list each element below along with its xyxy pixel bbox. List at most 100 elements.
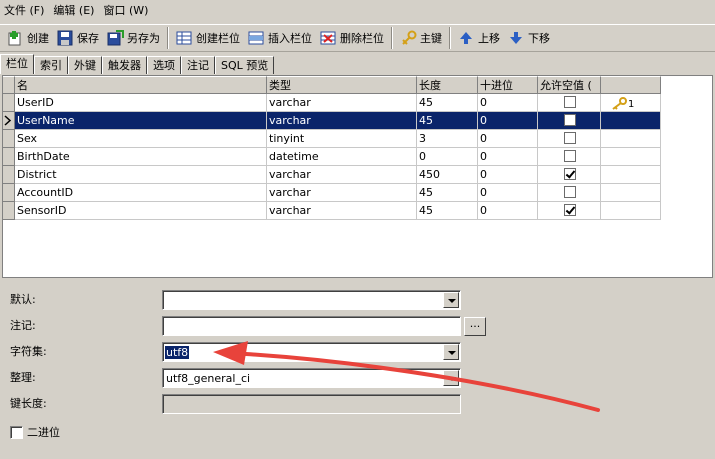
field-type-cell[interactable]: varchar — [267, 94, 417, 112]
comment-ellipsis-button[interactable]: ... — [464, 317, 486, 336]
save-button[interactable]: 保存 — [53, 26, 103, 50]
row-indicator[interactable] — [3, 94, 15, 112]
field-name-cell[interactable]: BirthDate — [15, 148, 267, 166]
field-decimal-cell[interactable]: 0 — [478, 94, 538, 112]
field-length-cell[interactable]: 45 — [417, 184, 478, 202]
field-length-cell[interactable]: 45 — [417, 202, 478, 220]
primary-key-button[interactable]: 主键 — [396, 26, 446, 50]
field-key-cell[interactable] — [601, 166, 661, 184]
tab-foreign-keys[interactable]: 外键 — [68, 56, 102, 74]
field-nullable-cell[interactable] — [538, 202, 601, 220]
column-header-nullable[interactable]: 允许空值 ( — [538, 76, 601, 94]
column-header-name[interactable]: 名 — [15, 76, 267, 94]
field-key-cell[interactable] — [601, 112, 661, 130]
field-nullable-cell[interactable] — [538, 94, 601, 112]
field-nullable-cell[interactable] — [538, 148, 601, 166]
field-key-cell[interactable] — [601, 202, 661, 220]
field-length-cell[interactable]: 45 — [417, 112, 478, 130]
field-decimal-cell[interactable]: 0 — [478, 112, 538, 130]
tab-indexes[interactable]: 索引 — [34, 56, 68, 74]
nullable-checkbox[interactable] — [564, 132, 576, 144]
move-up-button[interactable]: 上移 — [454, 26, 504, 50]
tab-sql-preview[interactable]: SQL 预览 — [215, 56, 275, 74]
field-key-cell[interactable] — [601, 148, 661, 166]
save-as-button[interactable]: 另存为 — [103, 26, 164, 50]
binary-checkbox-box[interactable] — [10, 425, 23, 439]
tab-fields[interactable]: 栏位 — [0, 54, 34, 74]
chevron-down-icon[interactable] — [443, 292, 459, 308]
collation-select[interactable]: utf8_general_ci — [162, 368, 461, 388]
create-field-button[interactable]: 创建栏位 — [172, 26, 244, 50]
table-row[interactable]: District varchar 450 0 — [3, 166, 661, 184]
field-key-cell[interactable]: 1 — [601, 94, 661, 112]
row-indicator[interactable] — [3, 166, 15, 184]
field-type-cell[interactable]: varchar — [267, 184, 417, 202]
field-nullable-cell[interactable] — [538, 130, 601, 148]
field-nullable-cell[interactable] — [538, 184, 601, 202]
table-row[interactable]: UserName varchar 45 0 — [3, 112, 661, 130]
row-indicator[interactable] — [3, 130, 15, 148]
field-key-cell[interactable] — [601, 184, 661, 202]
menu-file[interactable]: 文件 (F) — [0, 1, 49, 21]
table-row[interactable]: SensorID varchar 45 0 — [3, 202, 661, 220]
nullable-checkbox[interactable] — [564, 204, 576, 216]
row-indicator[interactable] — [3, 184, 15, 202]
menu-window[interactable]: 窗口 (W) — [99, 1, 153, 21]
field-length-cell[interactable]: 3 — [417, 130, 478, 148]
nullable-checkbox[interactable] — [564, 96, 576, 108]
tab-comment[interactable]: 注记 — [181, 56, 215, 74]
move-down-button[interactable]: 下移 — [504, 26, 554, 50]
field-type-cell[interactable]: varchar — [267, 112, 417, 130]
comment-input[interactable] — [162, 316, 461, 336]
field-decimal-cell[interactable]: 0 — [478, 130, 538, 148]
nullable-checkbox[interactable] — [564, 186, 576, 198]
charset-select[interactable]: utf8 — [162, 342, 461, 362]
row-indicator[interactable] — [3, 202, 15, 220]
table-row[interactable]: UserID varchar 45 0 1 — [3, 94, 661, 112]
menu-edit[interactable]: 编辑 (E) — [49, 1, 99, 21]
fields-grid[interactable]: 名 类型 长度 十进位 允许空值 ( UserID varchar 45 0 1 User… — [2, 75, 713, 278]
field-type-cell[interactable]: varchar — [267, 202, 417, 220]
nullable-checkbox[interactable] — [564, 168, 576, 180]
field-type-cell[interactable]: datetime — [267, 148, 417, 166]
field-name-cell[interactable]: District — [15, 166, 267, 184]
nullable-checkbox[interactable] — [564, 114, 576, 126]
field-length-cell[interactable]: 0 — [417, 148, 478, 166]
column-header-decimal[interactable]: 十进位 — [478, 76, 538, 94]
row-indicator[interactable] — [3, 148, 15, 166]
field-name-cell[interactable]: UserID — [15, 94, 267, 112]
field-decimal-cell[interactable]: 0 — [478, 184, 538, 202]
arrow-up-icon — [458, 30, 475, 46]
field-decimal-cell[interactable]: 0 — [478, 166, 538, 184]
field-name-cell[interactable]: Sex — [15, 130, 267, 148]
field-type-cell[interactable]: tinyint — [267, 130, 417, 148]
create-button[interactable]: 创建 — [3, 26, 53, 50]
field-name-cell[interactable]: UserName — [15, 112, 267, 130]
tab-triggers[interactable]: 触发器 — [102, 56, 147, 74]
table-row[interactable]: AccountID varchar 45 0 — [3, 184, 661, 202]
table-row[interactable]: Sex tinyint 3 0 — [3, 130, 661, 148]
field-decimal-cell[interactable]: 0 — [478, 202, 538, 220]
field-nullable-cell[interactable] — [538, 166, 601, 184]
field-nullable-cell[interactable] — [538, 112, 601, 130]
tab-options[interactable]: 选项 — [147, 56, 181, 74]
chevron-down-icon[interactable] — [443, 370, 459, 386]
delete-field-button[interactable]: 删除栏位 — [316, 26, 388, 50]
field-length-cell[interactable]: 450 — [417, 166, 478, 184]
column-header-type[interactable]: 类型 — [267, 76, 417, 94]
field-decimal-cell[interactable]: 0 — [478, 148, 538, 166]
table-row[interactable]: BirthDate datetime 0 0 — [3, 148, 661, 166]
column-header-key[interactable] — [601, 76, 661, 94]
row-indicator[interactable] — [3, 112, 15, 130]
field-type-cell[interactable]: varchar — [267, 166, 417, 184]
default-select[interactable] — [162, 290, 461, 310]
chevron-down-icon[interactable] — [443, 344, 459, 360]
field-name-cell[interactable]: SensorID — [15, 202, 267, 220]
column-header-length[interactable]: 长度 — [417, 76, 478, 94]
binary-checkbox[interactable]: 二进位 — [10, 424, 60, 440]
field-length-cell[interactable]: 45 — [417, 94, 478, 112]
field-name-cell[interactable]: AccountID — [15, 184, 267, 202]
nullable-checkbox[interactable] — [564, 150, 576, 162]
insert-field-button[interactable]: 插入栏位 — [244, 26, 316, 50]
field-key-cell[interactable] — [601, 130, 661, 148]
